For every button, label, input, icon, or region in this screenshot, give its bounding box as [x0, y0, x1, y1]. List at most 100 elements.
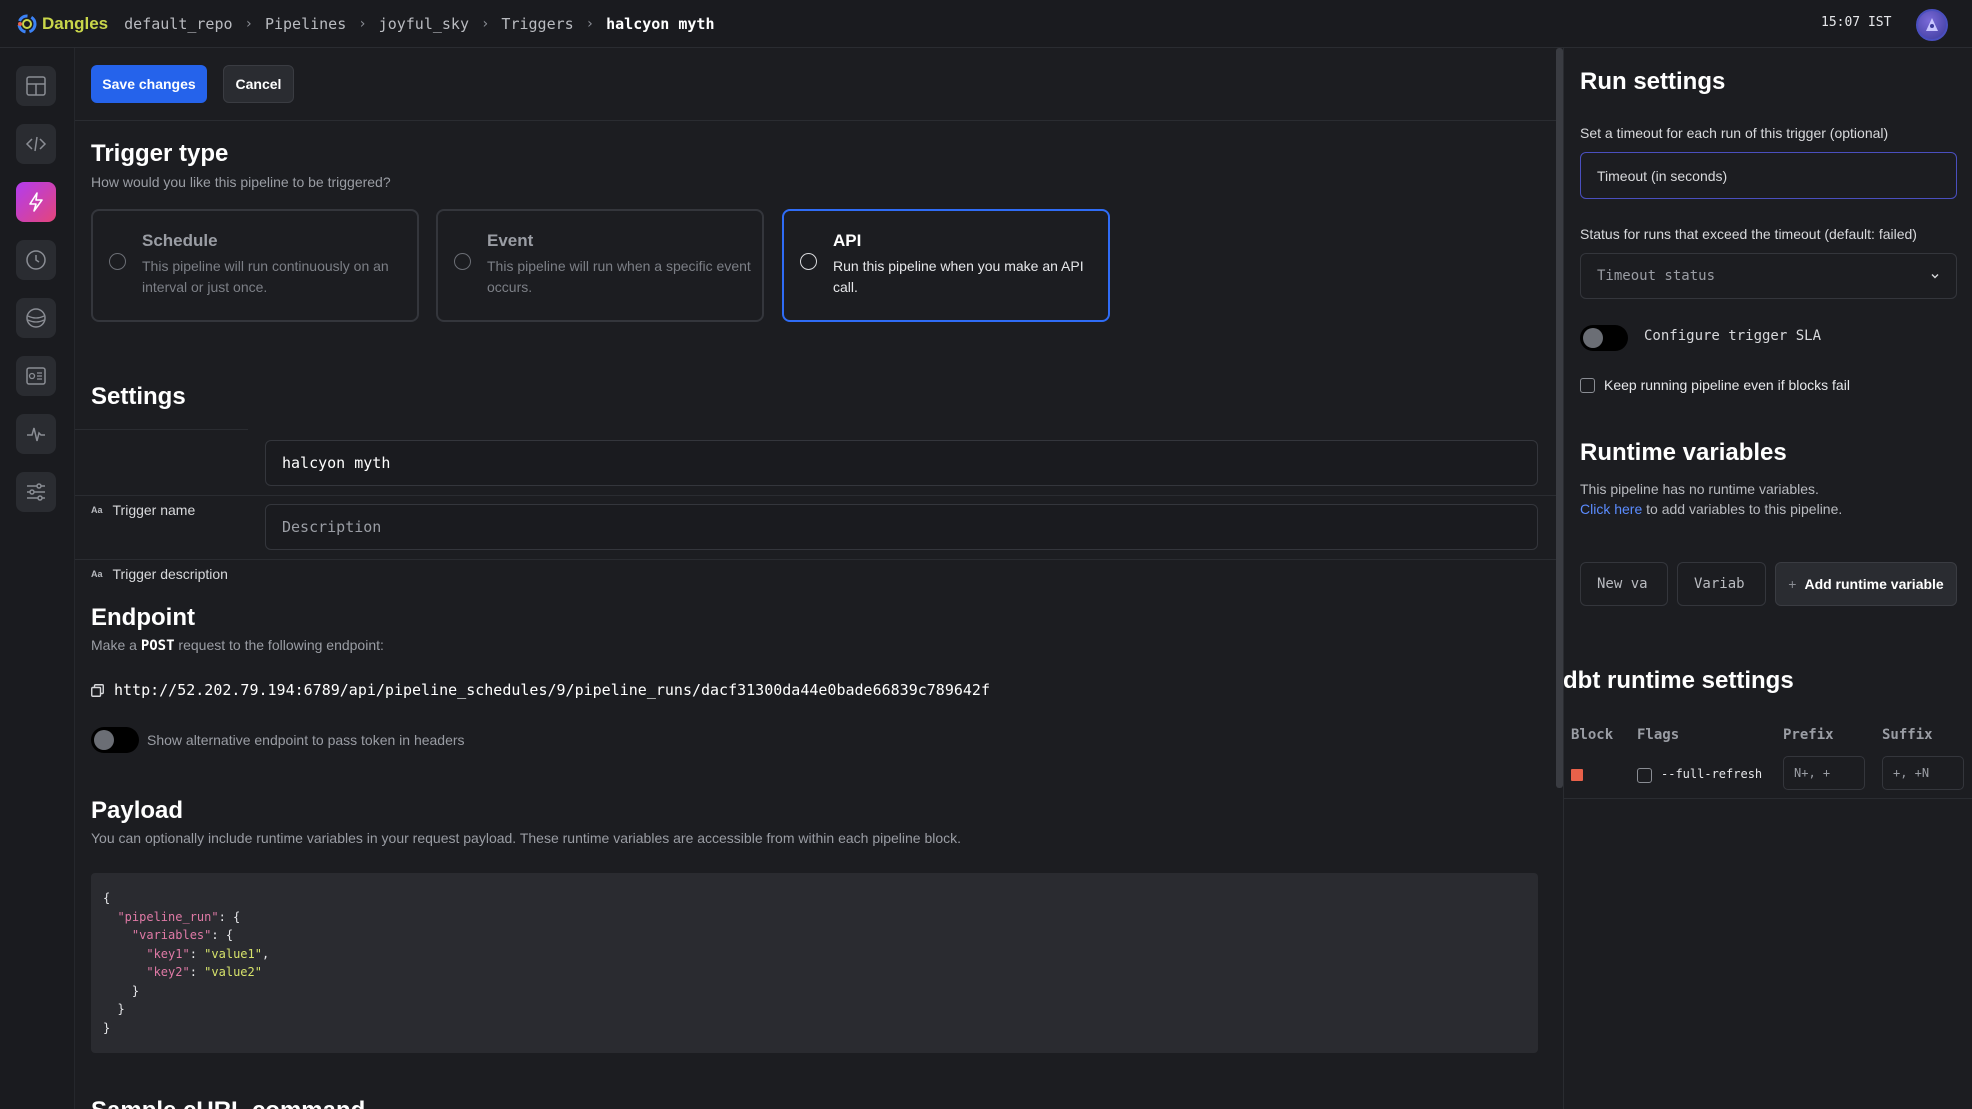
click-here-link[interactable]: Click here — [1580, 501, 1642, 517]
col-block: Block — [1571, 727, 1614, 743]
toggle-knob — [1583, 328, 1603, 348]
suffix-input[interactable] — [1882, 756, 1964, 790]
divider — [75, 429, 248, 430]
nav-code[interactable] — [16, 124, 56, 164]
planet-icon — [26, 308, 46, 328]
timeout-label: Set a timeout for each run of this trigg… — [1580, 125, 1889, 141]
select-placeholder: Timeout status — [1597, 268, 1716, 284]
breadcrumb-pipelines[interactable]: Pipelines — [265, 15, 346, 33]
clock: 15:07 IST — [1821, 15, 1892, 30]
nav-settings[interactable] — [16, 472, 56, 512]
trigger-description-input[interactable] — [265, 504, 1538, 550]
radio-event[interactable] — [454, 253, 471, 270]
option-title: API — [833, 231, 862, 250]
radio-schedule[interactable] — [109, 253, 126, 270]
payload-subtitle: You can optionally include runtime varia… — [91, 830, 962, 846]
payload-code-block: { "pipeline_run": { "variables": { "key1… — [91, 873, 1538, 1053]
sliders-icon — [27, 483, 45, 501]
no-variables-text: This pipeline has no runtime variables. — [1580, 481, 1819, 497]
cancel-button[interactable]: Cancel — [223, 65, 294, 103]
payload-title: Payload — [91, 797, 184, 824]
trigger-name-input[interactable] — [265, 440, 1538, 486]
timeout-status-label: Status for runs that exceed the timeout … — [1580, 226, 1917, 242]
chevron-right-icon: › — [358, 15, 367, 32]
timeout-input[interactable] — [1580, 152, 1957, 199]
option-desc: This pipeline will run when a specific e… — [487, 258, 751, 295]
alt-endpoint-label: Show alternative endpoint to pass token … — [147, 732, 465, 748]
sla-toggle[interactable] — [1580, 325, 1628, 351]
nav-monitor[interactable] — [16, 414, 56, 454]
endpoint-title: Endpoint — [91, 604, 195, 631]
option-desc: Run this pipeline when you make an API c… — [833, 258, 1084, 295]
app-name: Dangles — [42, 13, 109, 33]
keep-running-label: Keep running pipeline even if blocks fai… — [1604, 377, 1850, 393]
label-text: Trigger name — [112, 502, 196, 518]
variable-value-input[interactable] — [1677, 562, 1766, 606]
keep-running-checkbox[interactable] — [1580, 378, 1595, 393]
new-variable-name-input[interactable] — [1580, 562, 1668, 606]
toggle-knob — [94, 730, 114, 750]
nav-triggers[interactable] — [16, 182, 56, 222]
toolbar: Save changes Cancel — [75, 48, 1556, 121]
col-prefix: Prefix — [1783, 727, 1834, 743]
http-method: POST — [140, 638, 175, 654]
text-type-icon: Aa — [91, 505, 103, 515]
option-title: Schedule — [142, 231, 218, 250]
top-header: Dangles default_repo › Pipelines › joyfu… — [0, 0, 1972, 48]
full-refresh-checkbox[interactable] — [1637, 768, 1652, 783]
nav-logs[interactable] — [16, 356, 56, 396]
app-logo[interactable]: Dangles — [16, 13, 108, 35]
nav-runs[interactable] — [16, 240, 56, 280]
subtitle-text: Make a — [91, 637, 141, 653]
pulse-icon — [27, 427, 45, 442]
prefix-input[interactable] — [1783, 756, 1865, 790]
button-label: Add runtime variable — [1804, 576, 1944, 592]
hint-text: to add variables to this pipeline. — [1642, 501, 1843, 517]
sla-label: Configure trigger SLA — [1644, 328, 1822, 344]
json-value: "value2" — [204, 965, 262, 979]
breadcrumb-repo[interactable]: default_repo — [124, 15, 232, 33]
nav-backfills[interactable] — [16, 298, 56, 338]
breadcrumb-triggers[interactable]: Triggers — [501, 15, 573, 33]
text-type-icon: Aa — [91, 569, 103, 579]
trigger-option-api[interactable]: API Run this pipeline when you make an A… — [782, 209, 1110, 322]
left-nav — [0, 48, 75, 1109]
lightning-icon — [29, 192, 43, 212]
subtitle-text: request to the following endpoint: — [174, 637, 384, 653]
alt-endpoint-toggle[interactable] — [91, 727, 139, 753]
settings-title: Settings — [91, 383, 186, 410]
avatar[interactable] — [1916, 9, 1948, 41]
runtime-variables-title: Runtime variables — [1580, 439, 1787, 466]
trigger-name-label: Aa Trigger name — [91, 502, 195, 518]
col-suffix: Suffix — [1882, 727, 1933, 743]
curl-title: Sample cURL command — [91, 1097, 365, 1109]
plus-icon: + — [1788, 576, 1797, 592]
radio-api[interactable] — [800, 253, 817, 270]
copy-icon[interactable] — [91, 683, 104, 697]
timeout-status-select[interactable]: Timeout status — [1580, 253, 1957, 299]
nav-dashboard[interactable] — [16, 66, 56, 106]
trigger-option-schedule[interactable]: Schedule This pipeline will run continuo… — [91, 209, 419, 322]
json-key: "pipeline_run" — [117, 909, 219, 924]
trigger-option-event[interactable]: Event This pipeline will run when a spec… — [436, 209, 764, 322]
dbt-title: dbt runtime settings — [1563, 667, 1794, 694]
layout-icon — [26, 76, 46, 96]
label-text: Trigger description — [112, 566, 228, 582]
save-button[interactable]: Save changes — [91, 65, 207, 103]
breadcrumb-current: halcyon myth — [606, 14, 715, 33]
chevron-right-icon: › — [585, 15, 595, 32]
block-color-swatch — [1571, 769, 1583, 781]
add-runtime-variable-button[interactable]: + Add runtime variable — [1775, 562, 1957, 606]
endpoint-url: http://52.202.79.194:6789/api/pipeline_s… — [114, 681, 990, 699]
json-value: "value1" — [204, 946, 262, 961]
chevron-right-icon: › — [244, 15, 253, 32]
endpoint-row: http://52.202.79.194:6789/api/pipeline_s… — [91, 681, 990, 699]
trigger-description-label: Aa Trigger description — [91, 566, 228, 582]
right-panel: Run settings Set a timeout for each run … — [1563, 48, 1972, 1109]
scrollbar-thumb[interactable] — [1556, 48, 1563, 788]
run-settings-title: Run settings — [1580, 68, 1726, 95]
add-variables-hint: Click here to add variables to this pipe… — [1580, 501, 1842, 517]
logo-icon — [16, 13, 38, 35]
main-scrollbar[interactable] — [1556, 48, 1563, 1109]
breadcrumb-pipeline[interactable]: joyful_sky — [379, 15, 469, 33]
